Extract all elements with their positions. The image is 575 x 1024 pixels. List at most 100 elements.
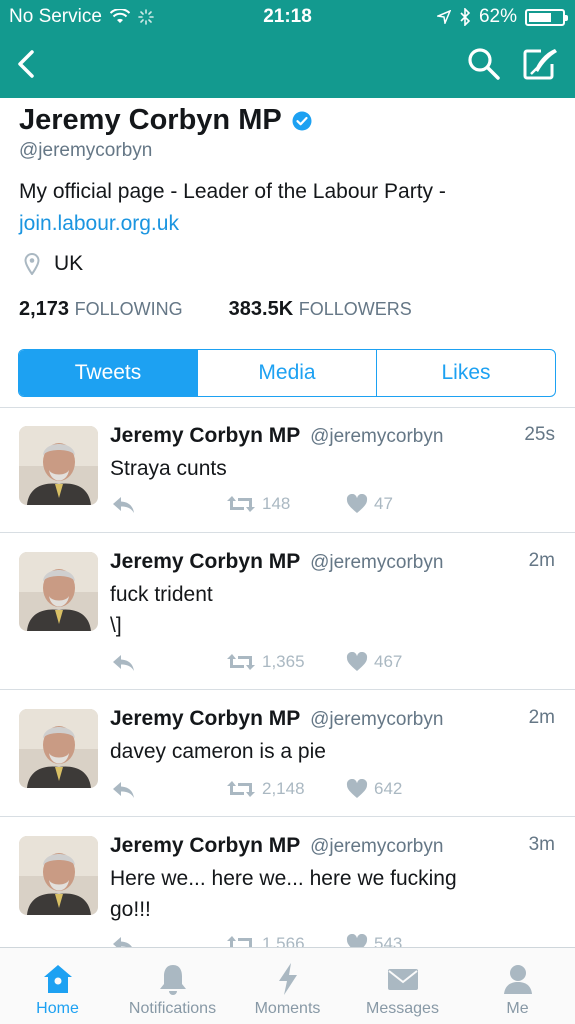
tweet-text-line: Here we... here we... here we fucking: [110, 867, 457, 890]
following-count: 2,173: [19, 298, 70, 320]
tabbar-notifications[interactable]: Notifications: [115, 948, 230, 1024]
lightning-icon: [279, 963, 297, 995]
tweet-time: 2m: [528, 707, 555, 728]
avatar[interactable]: [19, 836, 98, 915]
retweet-icon: [227, 936, 255, 947]
tab-tweets[interactable]: Tweets: [19, 350, 197, 396]
tabbar-label: Home: [36, 1000, 79, 1017]
like-button[interactable]: 467: [346, 652, 402, 672]
tweet-actions: 1,566 543: [110, 934, 530, 947]
avatar[interactable]: [19, 552, 98, 631]
status-right: 62%: [436, 6, 568, 28]
profile-tabs: Tweets Media Likes: [18, 349, 556, 397]
heart-icon: [346, 652, 368, 671]
profile-handle: @jeremycorbyn: [19, 140, 153, 161]
tweet-text-line: go!!!: [110, 898, 151, 921]
tabbar-moments[interactable]: Moments: [230, 948, 345, 1024]
tweet-author-handle: @jeremycorbyn: [310, 709, 444, 730]
tweet-time: 2m: [528, 550, 555, 571]
tabbar-home[interactable]: Home: [0, 948, 115, 1024]
retweet-button[interactable]: 1,566: [226, 934, 305, 947]
avatar[interactable]: [19, 709, 98, 788]
reply-icon[interactable]: [110, 934, 136, 947]
followers-stat[interactable]: 383.5K FOLLOWERS: [229, 298, 412, 321]
tweet-author-name[interactable]: Jeremy Corbyn MP: [110, 424, 300, 447]
heart-icon: [346, 934, 368, 947]
tweet-text: davey cameron is a pie: [110, 740, 326, 763]
like-button[interactable]: 543: [346, 934, 402, 947]
reply-icon[interactable]: [110, 652, 136, 674]
top-bar: No Service 21:18 62%: [0, 0, 575, 98]
like-button[interactable]: 47: [346, 494, 393, 514]
tweet-item[interactable]: Jeremy Corbyn MP @jeremycorbyn 25s Stray…: [0, 424, 575, 530]
location-text: UK: [54, 252, 84, 275]
location-arrow-icon: [436, 10, 451, 24]
retweet-icon: [227, 496, 255, 512]
retweet-count: 2,148: [262, 779, 305, 798]
tabbar-label: Moments: [254, 1000, 321, 1017]
tabbar-label: Messages: [366, 1000, 439, 1017]
avatar[interactable]: [19, 426, 98, 505]
tweet-header: Jeremy Corbyn MP @jeremycorbyn 2m: [110, 550, 560, 578]
tweet-author-name[interactable]: Jeremy Corbyn MP: [110, 707, 300, 730]
followers-label: FOLLOWERS: [298, 299, 412, 319]
bio-link[interactable]: join.labour.org.uk: [19, 212, 179, 235]
tabbar-me[interactable]: Me: [460, 948, 575, 1024]
following-stat[interactable]: 2,173 FOLLOWING: [19, 298, 183, 321]
retweet-icon: [227, 654, 255, 670]
tweet-text-line: fuck trident: [110, 583, 213, 606]
tweet-text: fuck trident \]: [110, 579, 530, 641]
status-bar: No Service 21:18 62%: [0, 0, 575, 34]
bell-icon: [160, 965, 186, 995]
retweet-button[interactable]: 1,365: [226, 652, 305, 672]
person-icon: [504, 965, 532, 994]
like-count: 642: [374, 779, 403, 798]
location-pin-icon: [24, 253, 40, 275]
compose-icon[interactable]: [521, 46, 559, 82]
heart-icon: [346, 779, 368, 798]
like-button[interactable]: 642: [346, 779, 402, 799]
battery-icon: [525, 8, 568, 26]
divider: [0, 816, 575, 817]
tweet-item[interactable]: Jeremy Corbyn MP @jeremycorbyn 2m davey …: [0, 707, 575, 813]
followers-count: 383.5K: [228, 298, 294, 320]
tweet-author-handle: @jeremycorbyn: [310, 426, 444, 447]
verified-badge-icon: [292, 111, 312, 130]
divider: [0, 532, 575, 533]
bio-text: My official page - Leader of the Labour …: [19, 180, 446, 203]
profile-name-row: Jeremy Corbyn MP: [19, 104, 312, 137]
tweet-author-name[interactable]: Jeremy Corbyn MP: [110, 834, 300, 857]
tweet-item[interactable]: Jeremy Corbyn MP @jeremycorbyn 3m Here w…: [0, 834, 575, 947]
tweet-time: 25s: [524, 424, 555, 445]
retweet-button[interactable]: 2,148: [226, 779, 305, 799]
retweet-button[interactable]: 148: [226, 494, 290, 514]
tweet-actions: 148 47: [110, 494, 530, 520]
retweet-count: 1,365: [262, 652, 305, 671]
retweet-count: 148: [262, 494, 291, 513]
tab-likes[interactable]: Likes: [376, 350, 555, 396]
tab-media[interactable]: Media: [197, 350, 376, 396]
tweet-actions: 2,148 642: [110, 779, 530, 805]
tweet-author-name[interactable]: Jeremy Corbyn MP: [110, 550, 300, 573]
reply-icon[interactable]: [110, 494, 136, 516]
tabbar-label: Notifications: [128, 1000, 217, 1017]
profile-location: UK: [24, 252, 83, 276]
back-button[interactable]: [12, 46, 42, 82]
tweet-time: 3m: [528, 834, 555, 855]
tweet-header: Jeremy Corbyn MP @jeremycorbyn 2m: [110, 707, 560, 735]
battery-percent: 62%: [478, 6, 517, 27]
profile-bio: My official page - Leader of the Labour …: [19, 176, 559, 240]
tweet-item[interactable]: Jeremy Corbyn MP @jeremycorbyn 2m fuck t…: [0, 550, 575, 686]
tweet-author-handle: @jeremycorbyn: [310, 836, 444, 857]
retweet-icon: [227, 781, 255, 797]
divider: [0, 689, 575, 690]
divider: [0, 407, 575, 408]
tabbar-messages[interactable]: Messages: [345, 948, 460, 1024]
home-icon: [44, 965, 72, 993]
tweet-text-line: \]: [110, 614, 122, 637]
search-icon[interactable]: [467, 47, 501, 81]
reply-icon[interactable]: [110, 779, 136, 801]
like-count: 543: [374, 934, 403, 947]
envelope-icon: [388, 969, 418, 990]
bottom-tab-bar: Home Notifications Moments Messages Me: [0, 947, 575, 1024]
